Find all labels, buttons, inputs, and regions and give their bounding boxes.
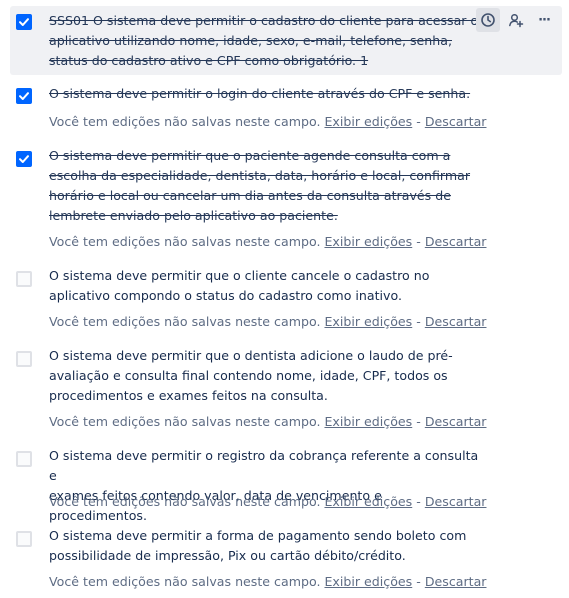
checklist-item-text[interactable]: O sistema deve permitir o login do clien… xyxy=(49,84,479,104)
unsaved-message: Você tem edições não salvas neste campo. xyxy=(49,574,321,589)
item-actions: ··· xyxy=(476,8,556,32)
unsaved-message: Você tem edições não salvas neste campo. xyxy=(49,414,321,429)
view-edits-link[interactable]: Exibir edições xyxy=(324,234,412,249)
checkbox-unchecked[interactable] xyxy=(16,351,32,367)
view-edits-link[interactable]: Exibir edições xyxy=(324,494,412,509)
checklist-item-text[interactable]: O sistema deve permitir a forma de pagam… xyxy=(49,526,479,566)
unsaved-edits-notice: Você tem edições não salvas neste campo.… xyxy=(49,112,486,132)
checklist-item-text[interactable]: SSS01 O sistema deve permitir o cadastro… xyxy=(49,11,479,71)
view-edits-link[interactable]: Exibir edições xyxy=(324,114,412,129)
unsaved-edits-notice: Você tem edições não salvas neste campo.… xyxy=(49,412,486,432)
unsaved-message: Você tem edições não salvas neste campo. xyxy=(49,494,321,509)
checklist-item[interactable]: O sistema deve permitir o login do clien… xyxy=(10,84,562,136)
checkbox-unchecked[interactable] xyxy=(16,451,32,467)
checkbox-unchecked[interactable] xyxy=(16,531,32,547)
discard-link[interactable]: Descartar xyxy=(425,414,487,429)
unsaved-edits-notice: Você tem edições não salvas neste campo.… xyxy=(49,492,486,512)
checklist-item-text[interactable]: O sistema deve permitir que o paciente a… xyxy=(49,146,479,226)
checklist-item-text[interactable]: O sistema deve permitir que o dentista a… xyxy=(49,346,479,406)
assign-member-button[interactable] xyxy=(504,8,528,32)
clock-icon xyxy=(481,13,495,27)
separator: - xyxy=(416,314,421,329)
separator: - xyxy=(416,114,421,129)
checkbox-checked[interactable] xyxy=(16,88,32,104)
discard-link[interactable]: Descartar xyxy=(425,314,487,329)
unsaved-message: Você tem edições não salvas neste campo. xyxy=(49,314,321,329)
more-options-button[interactable]: ··· xyxy=(532,8,556,32)
checkbox-checked[interactable] xyxy=(16,151,32,167)
unsaved-edits-notice: Você tem edições não salvas neste campo.… xyxy=(49,312,486,332)
checklist-item-text[interactable]: O sistema deve permitir que o cliente ca… xyxy=(49,266,479,306)
unsaved-edits-notice: Você tem edições não salvas neste campo.… xyxy=(49,572,486,592)
unsaved-message: Você tem edições não salvas neste campo. xyxy=(49,234,321,249)
checklist-item[interactable]: O sistema deve permitir a forma de pagam… xyxy=(10,526,562,596)
more-horizontal-icon: ··· xyxy=(538,12,551,28)
separator: - xyxy=(416,494,421,509)
discard-link[interactable]: Descartar xyxy=(425,114,487,129)
checklist-item-text[interactable]: O sistema deve permitir o registro da co… xyxy=(49,446,479,526)
checkmark-icon xyxy=(19,155,29,163)
checkbox-checked[interactable] xyxy=(16,14,32,30)
separator: - xyxy=(416,414,421,429)
checklist-item[interactable]: O sistema deve permitir que o paciente a… xyxy=(10,146,562,256)
view-edits-link[interactable]: Exibir edições xyxy=(324,314,412,329)
checklist-item[interactable]: O sistema deve permitir que o dentista a… xyxy=(10,346,562,436)
discard-link[interactable]: Descartar xyxy=(425,234,487,249)
checklist: SSS01 O sistema deve permitir o cadastro… xyxy=(0,0,569,598)
add-user-icon xyxy=(509,13,524,28)
discard-link[interactable]: Descartar xyxy=(425,494,487,509)
checklist-item[interactable]: O sistema deve permitir que o cliente ca… xyxy=(10,266,562,336)
checkmark-icon xyxy=(19,92,29,100)
checkbox-unchecked[interactable] xyxy=(16,271,32,287)
unsaved-edits-notice: Você tem edições não salvas neste campo.… xyxy=(49,232,486,252)
due-date-button[interactable] xyxy=(476,8,500,32)
view-edits-link[interactable]: Exibir edições xyxy=(324,414,412,429)
checklist-item[interactable]: O sistema deve permitir o registro da co… xyxy=(10,446,562,523)
separator: - xyxy=(416,574,421,589)
separator: - xyxy=(416,234,421,249)
checkmark-icon xyxy=(19,18,29,26)
unsaved-message: Você tem edições não salvas neste campo. xyxy=(49,114,321,129)
discard-link[interactable]: Descartar xyxy=(425,574,487,589)
checklist-item[interactable]: SSS01 O sistema deve permitir o cadastro… xyxy=(10,6,562,75)
view-edits-link[interactable]: Exibir edições xyxy=(324,574,412,589)
